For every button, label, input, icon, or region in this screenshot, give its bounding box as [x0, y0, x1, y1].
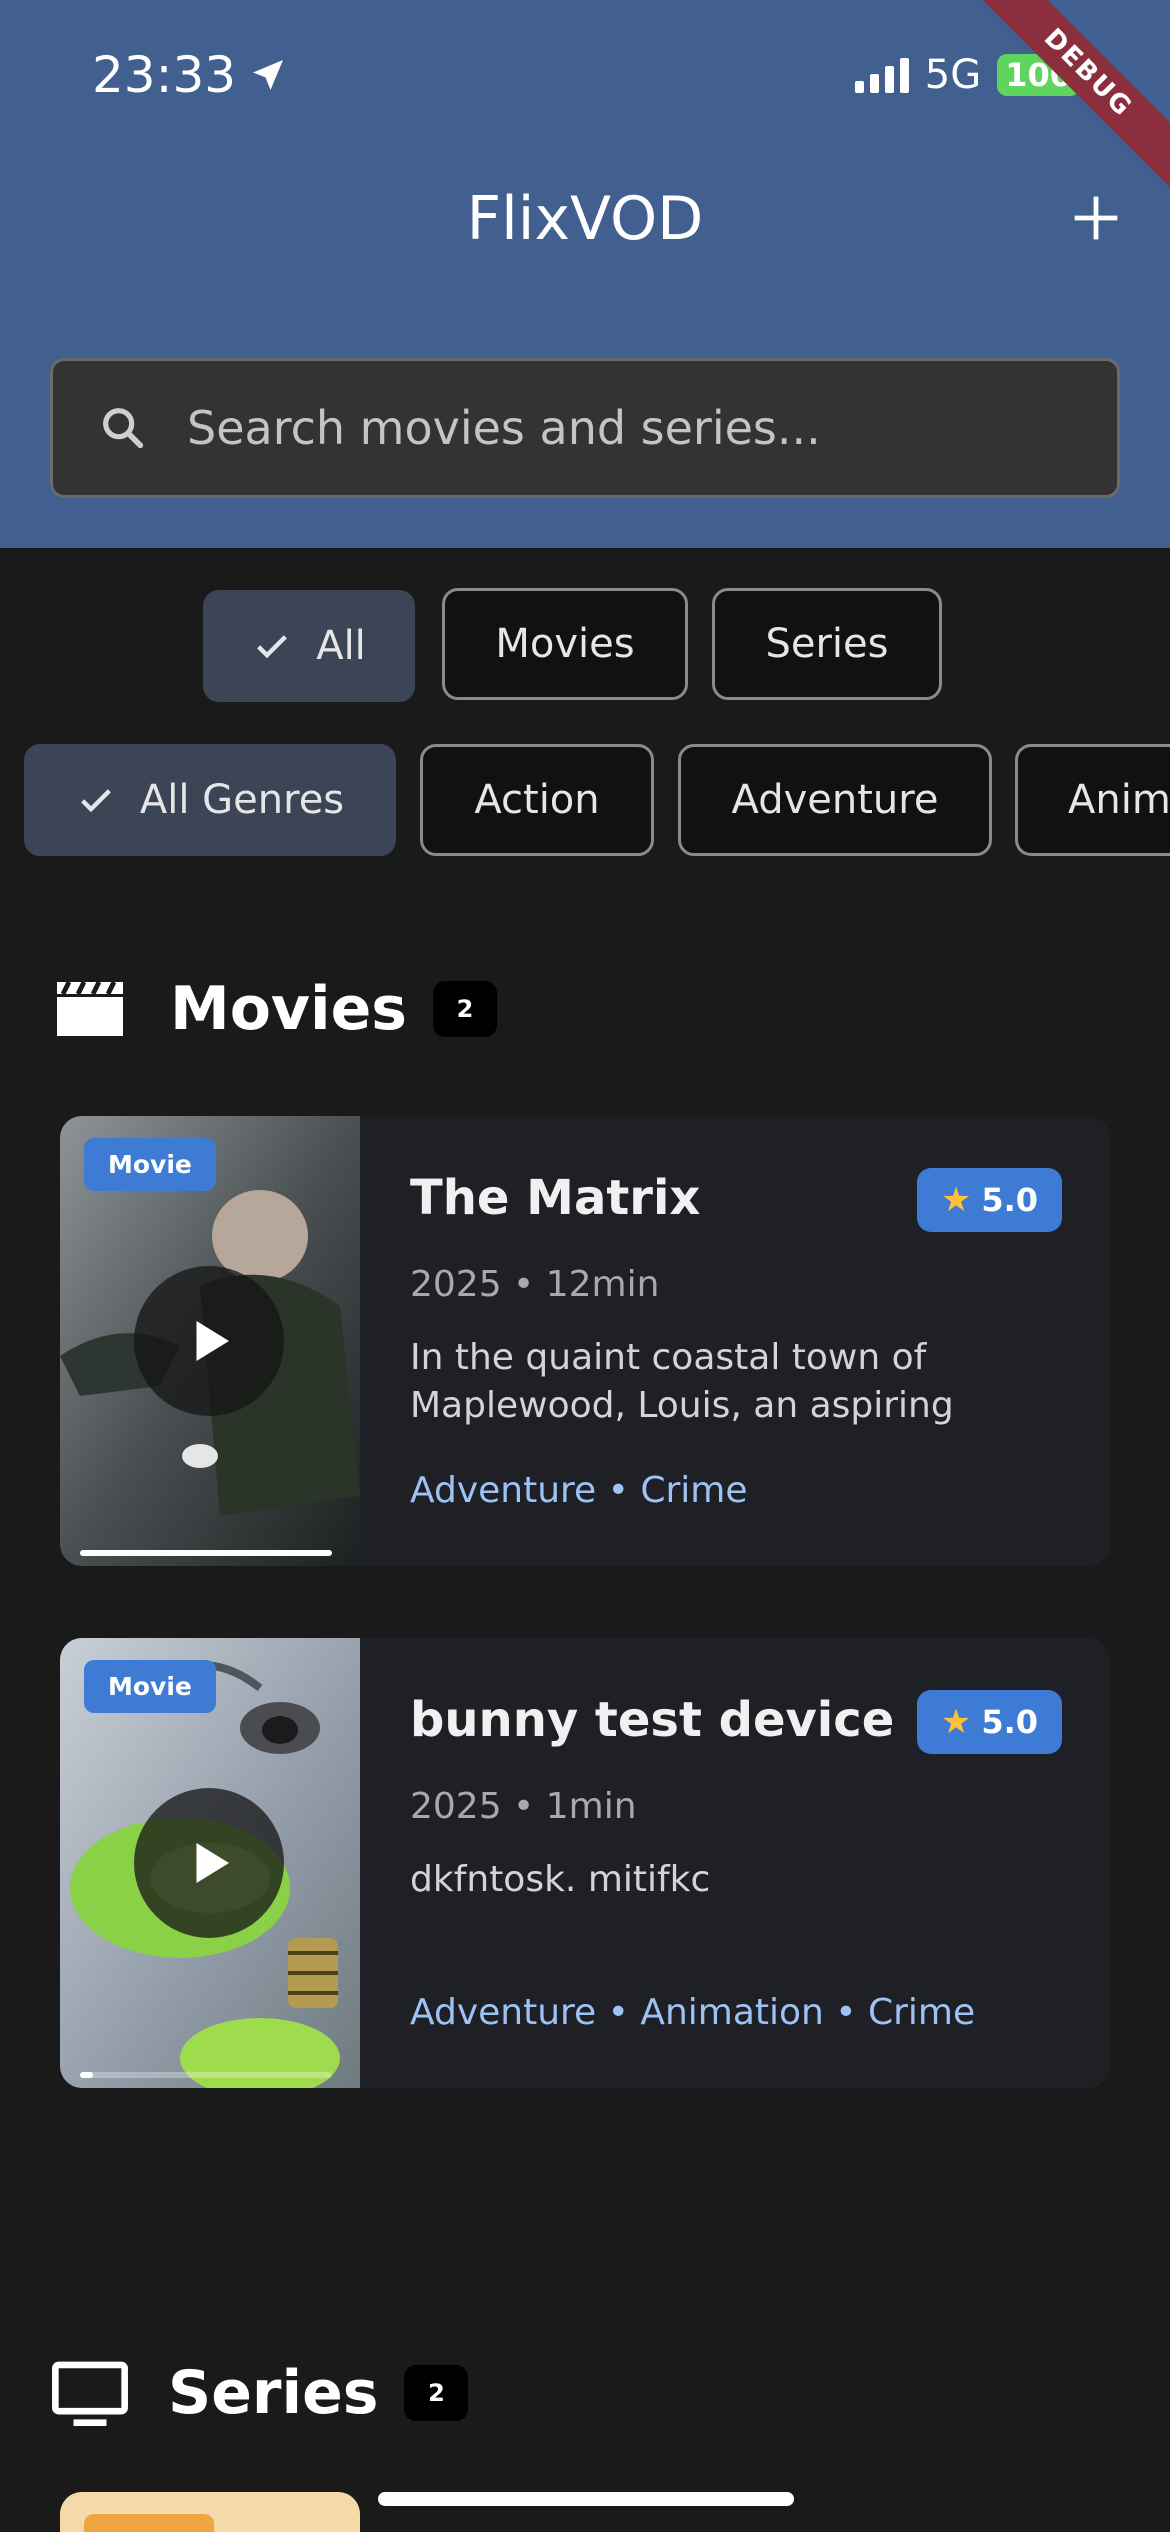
filter-chip-movies[interactable]: Movies: [442, 588, 688, 700]
genre-chip-adventure[interactable]: Adventure: [678, 744, 992, 856]
app-header: 23:33 5G 100 DEBUG FlixVOD: [0, 0, 1170, 548]
check-icon: [257, 635, 288, 659]
series-section-header: Series 2: [50, 2358, 469, 2428]
rating-badge: ★ 5.0: [916, 1168, 1062, 1232]
watch-progress-fill: [80, 1550, 332, 1556]
series-count-badge: 2: [404, 2365, 469, 2421]
movies-section-title: Movies: [170, 974, 408, 1044]
movie-thumbnail: Movie: [60, 1116, 360, 1566]
star-icon: ★: [940, 1180, 972, 1220]
movie-card-the-matrix[interactable]: Movie The Matrix ★ 5.0 2025 • 12min In t…: [60, 1116, 1110, 1566]
movie-genres: Adventure • Animation • Crime: [410, 1992, 976, 2033]
search-bar[interactable]: [50, 358, 1120, 498]
play-icon: [196, 1321, 229, 1361]
movie-description: dkfntosk. mitifkc: [410, 1859, 711, 1900]
movie-thumbnail: Movie: [60, 1638, 360, 2088]
add-icon[interactable]: [1064, 186, 1128, 250]
series-type-badge: [84, 2514, 214, 2532]
movies-count-badge: 2: [433, 981, 498, 1037]
filter-chip-series[interactable]: Series: [712, 588, 942, 700]
star-icon: ★: [940, 1702, 972, 1742]
movie-meta: 2025 • 12min: [410, 1264, 660, 1305]
series-section-title: Series: [168, 2358, 379, 2428]
movie-card-bunny-test-device[interactable]: Movie bunny test device ★ 5.0 2025 • 1mi…: [60, 1638, 1110, 2088]
rating-badge: ★ 5.0: [916, 1690, 1062, 1754]
search-icon: [103, 408, 144, 449]
watch-progress-fill: [80, 2072, 93, 2078]
genre-chip-animation[interactable]: Anim: [1015, 744, 1170, 856]
app-title: FlixVOD: [466, 184, 704, 254]
movie-title: bunny test device: [410, 1692, 895, 1748]
location-arrow-icon: [253, 60, 284, 90]
genre-chip-action[interactable]: Action: [420, 744, 654, 856]
tv-icon: [52, 2361, 128, 2426]
play-button[interactable]: [134, 1788, 284, 1938]
watch-progress-bar: [80, 1550, 332, 1556]
search-input[interactable]: [187, 401, 1117, 455]
movie-meta: 2025 • 1min: [410, 1786, 637, 1827]
movies-section-header: Movies 2: [54, 974, 498, 1044]
genre-chip-all-genres[interactable]: All Genres: [24, 744, 396, 856]
signal-icon: [854, 57, 909, 93]
series-card-peek[interactable]: [60, 2492, 360, 2532]
movie-type-badge: Movie: [84, 1138, 216, 1191]
movie-type-badge: Movie: [84, 1660, 216, 1713]
movie-description: In the quaint coastal town of Maplewood,…: [410, 1337, 1021, 1434]
clapperboard-icon: [57, 980, 123, 1036]
play-button[interactable]: [134, 1266, 284, 1416]
check-icon: [80, 789, 111, 813]
filter-chip-all[interactable]: All: [203, 590, 415, 702]
home-indicator[interactable]: [378, 2492, 794, 2506]
movie-genres: Adventure • Crime: [410, 1470, 748, 1511]
status-bar-time: 23:33: [92, 46, 288, 104]
movie-title: The Matrix: [410, 1170, 701, 1226]
play-icon: [196, 1843, 229, 1883]
watch-progress-bar: [80, 2072, 332, 2078]
